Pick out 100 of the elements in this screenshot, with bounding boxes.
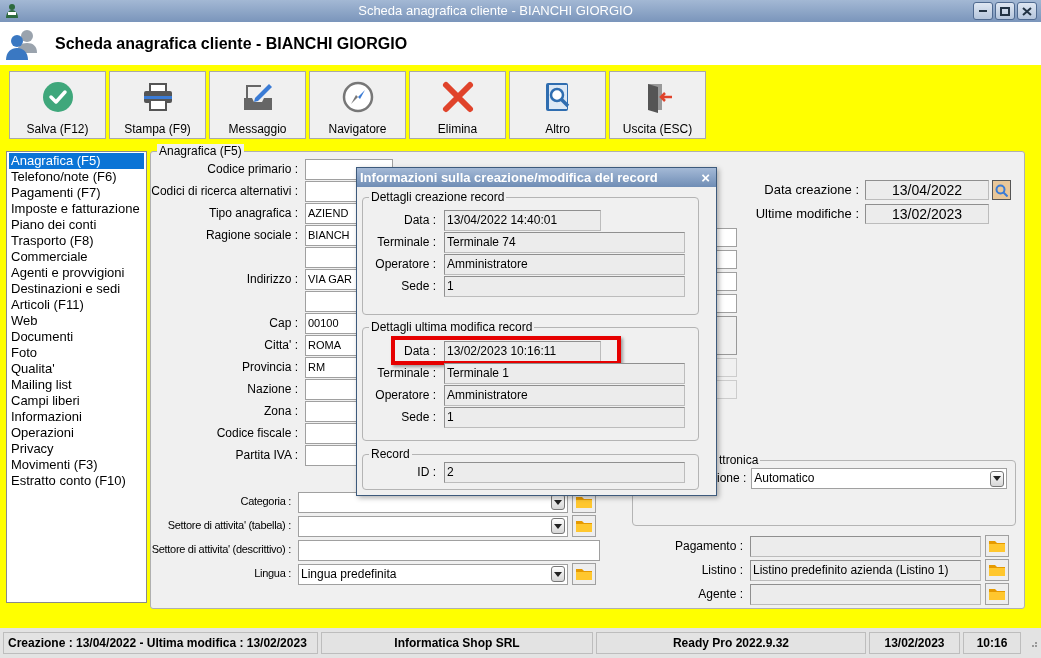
field-label: ione :: [717, 471, 747, 486]
readonly-field: 13/02/2023 10:16:11: [444, 340, 601, 362]
field-label: Pagamento :: [673, 538, 744, 554]
field-label: Terminale :: [376, 234, 437, 250]
window-title: Scheda anagrafica cliente - BIANCHI GIORGIO: [357, 3, 634, 19]
field-label: Ragione sociale :: [204, 227, 299, 243]
minimize-icon: [979, 10, 987, 12]
sidebar-item[interactable]: Destinazioni e sedi: [9, 281, 144, 297]
sidebar-item[interactable]: Telefono/note (F6): [9, 169, 144, 185]
field-label: Nazione :: [246, 381, 299, 397]
text-field[interactable]: [716, 380, 737, 399]
toolbar-button[interactable]: Navigatore: [309, 71, 406, 139]
check-circle-icon: [40, 80, 75, 114]
field-label: Operatore :: [374, 256, 437, 272]
sidebar-item[interactable]: Anagrafica (F5): [9, 153, 144, 169]
field-label: Codici di ricerca alternativi :: [151, 183, 299, 199]
text-field[interactable]: [716, 358, 737, 377]
readonly-field: Terminale 1: [444, 362, 685, 384]
text-field[interactable]: [298, 539, 600, 561]
close-icon: [1022, 6, 1032, 16]
folder-icon: [575, 519, 593, 533]
status-text: 10:16: [963, 632, 1021, 654]
toolbar-button[interactable]: Uscita (ESC): [609, 71, 706, 139]
combo-field[interactable]: [298, 515, 568, 537]
text-field[interactable]: [716, 272, 737, 291]
dialog-title: Informazioni sulla creazione/modifica del record: [360, 169, 658, 186]
sidebar-item[interactable]: Foto: [9, 345, 144, 361]
sidebar-item[interactable]: Operazioni: [9, 425, 144, 441]
dropdown-button[interactable]: [551, 518, 565, 534]
readonly-field: Amministratore: [444, 253, 685, 275]
compass-icon: [340, 80, 375, 114]
folder-icon: [575, 567, 593, 581]
group-legend: Dettagli ultima modifica record: [369, 320, 535, 334]
sidebar-item[interactable]: Pagamenti (F7): [9, 185, 144, 201]
status-text: 13/02/2023: [869, 632, 960, 654]
sidebar-item[interactable]: Informazioni: [9, 409, 144, 425]
sidebar-item[interactable]: Imposte e fatturazione: [9, 201, 144, 217]
field-label: Terminale :: [376, 365, 437, 381]
sidebar-item[interactable]: Estratto conto (F10): [9, 473, 144, 489]
field-label: Citta' :: [263, 337, 299, 353]
status-text: Informatica Shop SRL: [321, 632, 593, 654]
dropdown-button[interactable]: [551, 566, 565, 582]
minimize-button[interactable]: [973, 2, 993, 20]
group-legend: Record: [369, 447, 412, 461]
readonly-field: Amministratore: [444, 384, 685, 406]
caret-icon: [554, 523, 562, 529]
sidebar-item[interactable]: Movimenti (F3): [9, 457, 144, 473]
lookup-field: Listino predefinito azienda (Listino 1): [750, 559, 981, 581]
field-label: Lingua :: [253, 567, 292, 581]
field-label: Settore di attivita' (descrittivo) :: [150, 543, 292, 557]
field-label: Data :: [403, 212, 437, 228]
sidebar-item[interactable]: Campi liberi: [9, 393, 144, 409]
field-label: ID :: [416, 464, 437, 480]
toolbar-button[interactable]: Messaggio: [209, 71, 306, 139]
toolbar-button[interactable]: Elimina: [409, 71, 506, 139]
sidebar-item[interactable]: Mailing list: [9, 377, 144, 393]
status-text: Creazione : 13/04/2022 - Ultima modifica : 13/02/2023: [3, 632, 318, 654]
sidebar-item[interactable]: Privacy: [9, 441, 144, 457]
sidebar-item[interactable]: Trasporto (F8): [9, 233, 144, 249]
folder-icon: [988, 587, 1006, 601]
readonly-field: 1: [444, 406, 685, 428]
sidebar-item[interactable]: Documenti: [9, 329, 144, 345]
field-label: Data :: [403, 343, 437, 359]
sidebar-item[interactable]: Agenti e provvigioni: [9, 265, 144, 281]
field-label: Ultime modifiche :: [754, 206, 860, 222]
cross-icon: [440, 80, 475, 114]
field-label: Settore di attivita' (tabella) :: [166, 519, 292, 533]
sidebar-item[interactable]: Articoli (F11): [9, 297, 144, 313]
field-label: Categoria :: [239, 495, 292, 509]
field-label: Partita IVA :: [234, 447, 299, 463]
combo-field[interactable]: Automatico: [751, 468, 1008, 489]
text-field[interactable]: [716, 316, 737, 355]
toolbar-button[interactable]: Altro: [509, 71, 606, 139]
text-field[interactable]: [716, 250, 737, 269]
dropdown-button[interactable]: [990, 470, 1005, 487]
text-field[interactable]: [716, 294, 737, 313]
folder-icon: [575, 495, 593, 509]
sidebar-item[interactable]: Commerciale: [9, 249, 144, 265]
field-label: Agente :: [697, 586, 744, 602]
status-text: Ready Pro 2022.9.32: [596, 632, 866, 654]
caret-icon: [993, 476, 1002, 481]
sidebar-item[interactable]: Piano dei conti: [9, 217, 144, 233]
field-label: Provincia :: [240, 359, 299, 375]
toolbar-button[interactable]: Salva (F12): [9, 71, 106, 139]
app-icon: [4, 3, 20, 19]
close-button[interactable]: [1017, 2, 1037, 20]
toolbar-button[interactable]: Stampa (F9): [109, 71, 206, 139]
sidebar-item[interactable]: Web: [9, 313, 144, 329]
readonly-field: Terminale 74: [444, 231, 685, 253]
text-field[interactable]: [716, 228, 737, 247]
combo-field[interactable]: Lingua predefinita: [298, 563, 568, 585]
field-label: Sede :: [400, 409, 437, 425]
field-label: Indirizzo :: [245, 271, 299, 287]
field-label: Sede :: [400, 278, 437, 294]
sidebar-item[interactable]: Qualita': [9, 361, 144, 377]
date-field: 13/02/2023: [865, 204, 989, 224]
maximize-button[interactable]: [995, 2, 1015, 20]
search-button[interactable]: [992, 180, 1011, 200]
folder-icon: [988, 563, 1006, 577]
field-label: Cap :: [268, 315, 299, 331]
